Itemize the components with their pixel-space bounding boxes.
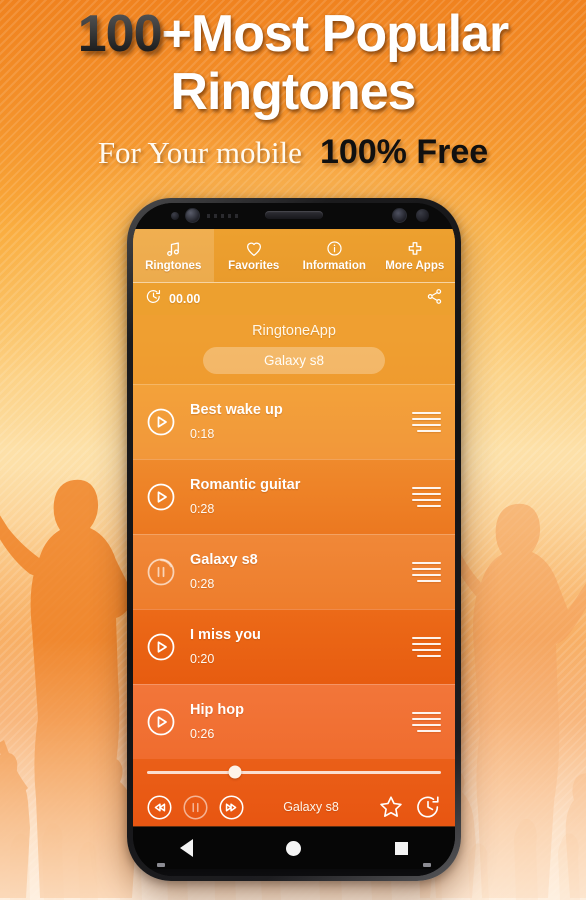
plus-apps-icon bbox=[406, 240, 424, 258]
music-note-icon bbox=[164, 240, 182, 258]
front-camera-icon bbox=[185, 208, 200, 223]
drag-handle-icon[interactable] bbox=[411, 486, 441, 507]
ringtone-duration: 0:28 bbox=[190, 502, 215, 516]
seek-slider[interactable] bbox=[133, 759, 455, 785]
ringtone-name: Romantic guitar bbox=[190, 477, 301, 493]
subheadline-serif: For Your mobile bbox=[97, 135, 302, 170]
player-controls: Galaxy s8 bbox=[133, 785, 455, 826]
tab-label: More Apps bbox=[385, 259, 445, 272]
heart-icon bbox=[245, 240, 263, 258]
sleep-timer-icon[interactable] bbox=[414, 793, 442, 821]
ringtone-name: Hip hop bbox=[190, 702, 244, 718]
recents-square-icon[interactable] bbox=[395, 841, 409, 855]
tab-favorites[interactable]: Favorites bbox=[214, 229, 295, 282]
android-navbar bbox=[133, 826, 455, 869]
fast-forward-icon[interactable] bbox=[218, 794, 245, 821]
play-icon[interactable] bbox=[146, 407, 176, 437]
tab-label: Ringtones bbox=[145, 259, 202, 272]
phone-mockup: Ringtones Favorites Information More App… bbox=[127, 198, 461, 881]
ringtone-list: Best wake up 0:18 Romantic guitar 0:28 G… bbox=[133, 384, 455, 759]
app-tabbar: Ringtones Favorites Information More App… bbox=[133, 229, 455, 283]
play-icon[interactable] bbox=[146, 707, 176, 737]
phone-bezel-inner: Ringtones Favorites Information More App… bbox=[133, 203, 455, 876]
tab-label: Information bbox=[302, 259, 366, 272]
ringtone-name: Best wake up bbox=[190, 402, 283, 418]
tab-information[interactable]: Information bbox=[294, 229, 375, 282]
selected-ringtone-chip[interactable]: Galaxy s8 bbox=[203, 347, 385, 374]
home-circle-icon[interactable] bbox=[286, 840, 302, 856]
phone-chin bbox=[133, 869, 455, 876]
proximity-sensor-icon bbox=[416, 209, 429, 222]
table-row[interactable]: Galaxy s8 0:28 bbox=[133, 534, 455, 609]
star-outline-icon[interactable] bbox=[377, 793, 405, 821]
row-meta: Romantic guitar 0:28 bbox=[190, 477, 411, 516]
tab-ringtones[interactable]: Ringtones bbox=[133, 229, 214, 282]
sleep-timer-icon bbox=[145, 288, 162, 310]
drag-handle-icon[interactable] bbox=[411, 711, 441, 732]
promo-screenshot: 100+Most Popular Ringtones For Your mobi… bbox=[0, 0, 586, 900]
app-timer-row: 00.00 bbox=[133, 283, 455, 315]
sensor-icon bbox=[171, 212, 179, 220]
sensor-dots-icon bbox=[207, 214, 241, 218]
table-row[interactable]: Best wake up 0:18 bbox=[133, 384, 455, 459]
selected-chip-wrap: Galaxy s8 bbox=[133, 339, 455, 384]
promo-headline: 100+Most Popular Ringtones For Your mobi… bbox=[0, 4, 586, 171]
subheadline-free: 100% Free bbox=[319, 133, 489, 171]
ringtone-duration: 0:28 bbox=[190, 577, 215, 591]
ringtone-duration: 0:20 bbox=[190, 652, 215, 666]
headline-number: 100 bbox=[77, 5, 163, 63]
app-title: RingtoneApp bbox=[133, 315, 455, 339]
row-meta: I miss you 0:20 bbox=[190, 627, 411, 666]
phone-chin-mark-left bbox=[157, 863, 165, 867]
earpiece-speaker-icon bbox=[265, 211, 323, 219]
row-meta: Best wake up 0:18 bbox=[190, 402, 411, 441]
sleep-timer-button[interactable]: 00.00 bbox=[145, 288, 200, 310]
ringtone-name: I miss you bbox=[190, 627, 261, 643]
phone-sensor-row bbox=[133, 203, 455, 229]
drag-handle-icon[interactable] bbox=[411, 411, 441, 432]
drag-handle-icon[interactable] bbox=[411, 636, 441, 657]
pause-icon[interactable] bbox=[182, 794, 209, 821]
back-triangle-icon[interactable] bbox=[179, 839, 193, 857]
table-row[interactable]: I miss you 0:20 bbox=[133, 609, 455, 684]
ringtone-name: Galaxy s8 bbox=[190, 552, 258, 568]
phone-chin-mark-right bbox=[423, 863, 431, 867]
table-row[interactable]: Hip hop 0:26 bbox=[133, 684, 455, 759]
seek-thumb[interactable] bbox=[228, 765, 242, 779]
drag-handle-icon[interactable] bbox=[411, 561, 441, 582]
play-icon[interactable] bbox=[146, 632, 176, 662]
headline-line2: Ringtones bbox=[170, 63, 416, 121]
now-playing-label: Galaxy s8 bbox=[283, 800, 339, 814]
phone-screen: Ringtones Favorites Information More App… bbox=[133, 229, 455, 826]
ringtone-duration: 0:26 bbox=[190, 727, 215, 741]
pause-icon[interactable] bbox=[146, 557, 176, 587]
tab-label: Favorites bbox=[228, 259, 280, 272]
share-icon[interactable] bbox=[426, 288, 443, 310]
player-bar: Galaxy s8 bbox=[133, 759, 455, 826]
table-row[interactable]: Romantic guitar 0:28 bbox=[133, 459, 455, 534]
tab-more-apps[interactable]: More Apps bbox=[375, 229, 456, 282]
play-icon[interactable] bbox=[146, 482, 176, 512]
headline-rest: +Most Popular bbox=[161, 5, 510, 63]
sleep-timer-value: 00.00 bbox=[169, 292, 201, 306]
iris-scanner-icon bbox=[392, 208, 407, 223]
rewind-icon[interactable] bbox=[146, 794, 173, 821]
ringtone-duration: 0:18 bbox=[190, 427, 215, 441]
row-meta: Hip hop 0:26 bbox=[190, 702, 411, 741]
info-icon bbox=[326, 240, 343, 258]
row-meta: Galaxy s8 0:28 bbox=[190, 552, 411, 591]
seek-track bbox=[147, 765, 441, 779]
